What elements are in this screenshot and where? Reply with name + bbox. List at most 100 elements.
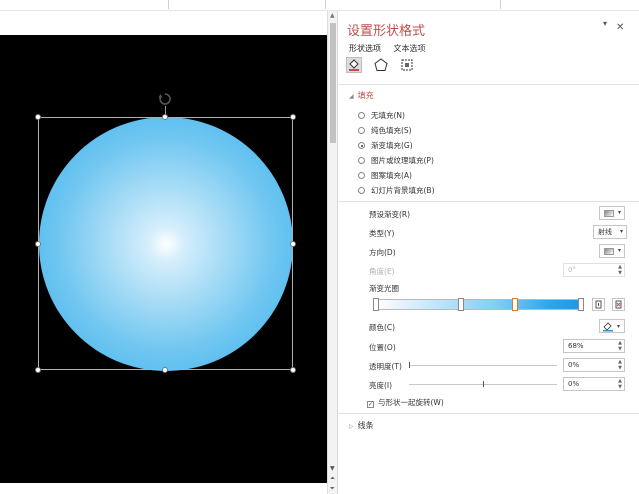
ruler-tick <box>325 0 326 9</box>
gradient-stop[interactable] <box>578 298 584 311</box>
angle-input[interactable]: 0° ▲ ▼ <box>563 263 625 277</box>
slide[interactable] <box>0 35 327 483</box>
scroll-down-icon[interactable]: ▼ <box>330 466 335 472</box>
radio-label: 幻灯片背景填充(B) <box>371 186 435 195</box>
size-properties-icon[interactable] <box>399 57 415 73</box>
gradient-stops-bar[interactable] <box>375 299 581 310</box>
resize-handle-w[interactable] <box>35 241 41 247</box>
spinner-icon: ▲ ▼ <box>618 359 622 371</box>
transparency-value: 0% <box>568 361 580 369</box>
resize-handle-se[interactable] <box>290 367 296 373</box>
spinner-icon: ▲ ▼ <box>618 340 622 352</box>
radio-no-fill[interactable]: 无填充(N) <box>358 110 405 121</box>
checkbox-box: ✓ <box>367 401 374 408</box>
transparency-input[interactable]: 0% ▲ ▼ <box>563 358 625 372</box>
slide-canvas-area <box>0 11 327 494</box>
type-label: 类型(Y) <box>369 229 395 238</box>
panel-tabs: 形状选项 文本选项 <box>349 43 436 54</box>
radio-dot <box>358 127 365 134</box>
direction-swatch <box>604 248 614 255</box>
expand-caret-icon: ▷ <box>349 423 354 430</box>
position-value: 68% <box>568 342 584 350</box>
radio-label: 渐变填充(G) <box>371 141 413 150</box>
radio-dot <box>358 172 365 179</box>
remove-stop-icon[interactable] <box>612 298 625 311</box>
transparency-slider[interactable] <box>409 362 557 368</box>
chevron-down-icon: ▾ <box>619 228 623 235</box>
top-strip <box>0 0 639 11</box>
category-icons <box>346 57 423 73</box>
checkbox-label: 与形状一起旋转(W) <box>378 398 444 407</box>
close-icon[interactable]: ✕ <box>616 22 624 33</box>
line-section-header[interactable]: ▷ 线条 <box>349 420 374 431</box>
gradient-stop-selected[interactable] <box>512 298 518 311</box>
scroll-thumb[interactable] <box>330 23 336 143</box>
slider-thumb[interactable] <box>409 362 410 368</box>
scroll-up-icon[interactable]: ▲ <box>330 13 335 19</box>
tab-text-options[interactable]: 文本选项 <box>394 43 426 54</box>
vertical-scrollbar[interactable]: ▲ ▼ ⏶ ⏷ <box>327 11 338 494</box>
radio-gradient-fill[interactable]: 渐变填充(G) <box>358 140 413 151</box>
radio-solid-fill[interactable]: 纯色填充(S) <box>358 125 412 136</box>
transparency-label: 透明度(T) <box>369 362 402 371</box>
tab-shape-options[interactable]: 形状选项 <box>349 43 381 54</box>
radio-slide-background-fill[interactable]: 幻灯片背景填充(B) <box>358 185 435 196</box>
fill-section-header[interactable]: ◢ 填充 <box>349 90 374 101</box>
position-input[interactable]: 68% ▲ ▼ <box>563 339 625 353</box>
angle-label: 角度(E) <box>369 267 395 276</box>
preset-gradient-dropdown[interactable]: ▾ <box>599 206 625 220</box>
pin-icon[interactable]: ▾ <box>603 19 607 28</box>
gradient-stops-label: 渐变光圈 <box>369 284 399 293</box>
radio-picture-fill[interactable]: 图片或纹理填充(P) <box>358 155 434 166</box>
resize-handle-nw[interactable] <box>35 114 41 120</box>
divider <box>338 84 639 85</box>
ruler-tick <box>168 0 169 9</box>
brightness-slider[interactable] <box>409 381 557 387</box>
radio-label: 无填充(N) <box>371 111 405 120</box>
pentagon-effects-icon[interactable] <box>373 57 389 73</box>
resize-handle-e[interactable] <box>290 241 296 247</box>
page-up-icon[interactable]: ⏶ <box>330 476 335 482</box>
color-label: 颜色(C) <box>369 323 396 332</box>
gradient-stop[interactable] <box>458 298 464 311</box>
radio-label: 图案填充(A) <box>371 171 412 180</box>
radio-label: 图片或纹理填充(P) <box>371 156 434 165</box>
slider-thumb[interactable] <box>483 381 484 387</box>
radio-dot <box>358 112 365 119</box>
rotate-handle-icon[interactable] <box>158 92 172 106</box>
direction-label: 方向(D) <box>369 248 396 257</box>
selection-box <box>38 117 293 370</box>
panel-title: 设置形状格式 <box>347 24 426 39</box>
color-picker-button[interactable]: ▾ <box>599 319 625 333</box>
resize-handle-s[interactable] <box>162 367 168 373</box>
brightness-input[interactable]: 0% ▲ ▼ <box>563 377 625 391</box>
resize-handle-sw[interactable] <box>35 367 41 373</box>
divider <box>338 413 639 414</box>
chevron-down-icon: ▾ <box>617 247 621 254</box>
spinner-icon: ▲ ▼ <box>618 378 622 390</box>
spinner-icon: ▲ ▼ <box>618 264 622 276</box>
direction-dropdown[interactable]: ▾ <box>599 244 625 258</box>
gradient-swatch <box>604 210 614 217</box>
radio-dot-selected <box>358 142 365 149</box>
line-section-label: 线条 <box>357 421 374 430</box>
angle-value: 0° <box>568 266 576 274</box>
radio-dot <box>358 157 365 164</box>
chevron-down-icon: ▾ <box>617 209 621 216</box>
resize-handle-n[interactable] <box>162 114 168 120</box>
ruler-tick <box>500 0 501 9</box>
collapse-caret-icon: ◢ <box>349 93 354 100</box>
divider <box>338 201 639 202</box>
page-down-icon[interactable]: ⏷ <box>330 486 335 492</box>
brightness-value: 0% <box>568 380 580 388</box>
svg-text:▾: ▾ <box>617 323 620 330</box>
fill-line-icon[interactable] <box>346 57 362 73</box>
type-select[interactable]: 射线 ▾ <box>593 225 627 239</box>
resize-handle-ne[interactable] <box>290 114 296 120</box>
radio-pattern-fill[interactable]: 图案填充(A) <box>358 170 412 181</box>
radio-label: 纯色填充(S) <box>371 126 412 135</box>
rotate-with-shape-checkbox[interactable]: ✓ 与形状一起旋转(W) <box>367 397 444 408</box>
add-stop-icon[interactable] <box>592 298 605 311</box>
gradient-stop[interactable] <box>373 298 379 311</box>
format-shape-panel: 设置形状格式 ▾ ✕ 形状选项 文本选项 ◢ 填充 无填充(N) 纯色填充(S) … <box>338 11 639 494</box>
